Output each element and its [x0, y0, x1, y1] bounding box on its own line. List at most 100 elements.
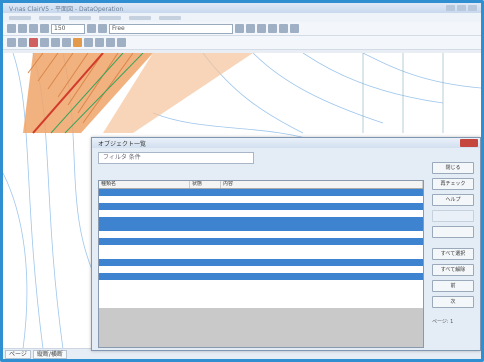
- next-button[interactable]: 次: [432, 296, 474, 308]
- list-cell-desc: [219, 189, 423, 196]
- previous-button[interactable]: 前: [432, 280, 474, 292]
- draw-icon[interactable]: [18, 38, 27, 47]
- list-cell-state: [191, 189, 219, 196]
- dialog-title-bar: オブジェクト一覧: [92, 138, 480, 148]
- close-dialog-button[interactable]: 閉じる: [432, 162, 474, 174]
- dialog-body: フィルタ 条件 種類名 状態 内容: [98, 152, 424, 348]
- list-row[interactable]: [99, 238, 423, 245]
- list-cell-name: [99, 203, 191, 210]
- save-icon[interactable]: [29, 24, 38, 33]
- list-cell-state: [191, 294, 219, 301]
- action-button[interactable]: [432, 226, 474, 238]
- list-cell-state: [191, 217, 219, 224]
- tool-icon[interactable]: [246, 24, 255, 33]
- list-row[interactable]: [99, 259, 423, 266]
- list-row[interactable]: [99, 266, 423, 273]
- list-cell-state: [191, 287, 219, 294]
- list-row[interactable]: [99, 273, 423, 280]
- pan-icon[interactable]: [98, 24, 107, 33]
- maximize-button[interactable]: [457, 5, 466, 11]
- list-row[interactable]: [99, 294, 423, 301]
- list-row[interactable]: [99, 189, 423, 196]
- open-icon[interactable]: [18, 24, 27, 33]
- list-cell-name: [99, 189, 191, 196]
- list-row[interactable]: [99, 301, 423, 308]
- toolbar-draw: [3, 36, 481, 50]
- draw-icon[interactable]: [73, 38, 82, 47]
- list-row[interactable]: [99, 224, 423, 231]
- title-bar: V-nas ClairV5 - 平面図 - DataOperation: [3, 3, 481, 13]
- list-row[interactable]: [99, 210, 423, 217]
- list-row[interactable]: [99, 231, 423, 238]
- app-window: V-nas ClairV5 - 平面図 - DataOperation 150 …: [3, 3, 481, 359]
- list-cell-state: [191, 273, 219, 280]
- menu-item[interactable]: [159, 15, 181, 20]
- list-row[interactable]: [99, 245, 423, 252]
- list-cell-name: [99, 273, 191, 280]
- list-cell-state: [191, 196, 219, 203]
- list-cell-desc: [219, 287, 423, 294]
- new-icon[interactable]: [7, 24, 16, 33]
- zoom-icon[interactable]: [87, 24, 96, 33]
- list-row[interactable]: [99, 280, 423, 287]
- select-all-button[interactable]: すべて選択: [432, 248, 474, 260]
- draw-icon[interactable]: [29, 38, 38, 47]
- draw-icon[interactable]: [51, 38, 60, 47]
- close-button[interactable]: [468, 5, 477, 11]
- list-row[interactable]: [99, 196, 423, 203]
- print-icon[interactable]: [40, 24, 49, 33]
- list-cell-state: [191, 252, 219, 259]
- dialog-close-button[interactable]: [460, 139, 478, 147]
- object-list-dialog: オブジェクト一覧 フィルタ 条件 種類名 状態 内容 閉じる 再チェック ヘルプ…: [91, 137, 481, 351]
- layer-combo[interactable]: Free: [109, 23, 233, 34]
- list-cell-desc: [219, 245, 423, 252]
- list-cell-desc: [219, 301, 423, 308]
- list-cell-name: [99, 231, 191, 238]
- scale-combo[interactable]: 150: [51, 23, 85, 34]
- list-cell-state: [191, 210, 219, 217]
- list-cell-state: [191, 231, 219, 238]
- list-row[interactable]: [99, 287, 423, 294]
- dialog-buttons: 閉じる 再チェック ヘルプ すべて選択 すべて解除 前 次 ページ: 1: [432, 162, 474, 325]
- list-cell-name: [99, 301, 191, 308]
- list-row[interactable]: [99, 252, 423, 259]
- tool-icon[interactable]: [290, 24, 299, 33]
- tool-icon[interactable]: [279, 24, 288, 33]
- column-header-name[interactable]: 種類名: [99, 181, 190, 188]
- menu-item[interactable]: [9, 15, 31, 20]
- menu-item[interactable]: [99, 15, 121, 20]
- tool-icon[interactable]: [235, 24, 244, 33]
- list-row[interactable]: [99, 217, 423, 224]
- help-button[interactable]: ヘルプ: [432, 194, 474, 206]
- status-tab[interactable]: ページ: [5, 349, 31, 359]
- draw-icon[interactable]: [7, 38, 16, 47]
- draw-icon[interactable]: [84, 38, 93, 47]
- list-cell-desc: [219, 266, 423, 273]
- draw-icon[interactable]: [40, 38, 49, 47]
- draw-icon[interactable]: [95, 38, 104, 47]
- list-cell-state: [191, 203, 219, 210]
- list-cell-name: [99, 259, 191, 266]
- filter-field[interactable]: フィルタ 条件: [98, 152, 254, 164]
- list-cell-name: [99, 245, 191, 252]
- column-header-state[interactable]: 状態: [190, 181, 221, 188]
- draw-icon[interactable]: [106, 38, 115, 47]
- status-tab[interactable]: 縦断/横断: [32, 349, 67, 359]
- list-cell-state: [191, 245, 219, 252]
- object-list[interactable]: 種類名 状態 内容: [98, 180, 424, 348]
- draw-icon[interactable]: [62, 38, 71, 47]
- tool-icon[interactable]: [257, 24, 266, 33]
- menu-item[interactable]: [39, 15, 61, 20]
- column-header-content[interactable]: 内容: [221, 181, 423, 188]
- list-row[interactable]: [99, 203, 423, 210]
- recheck-button[interactable]: 再チェック: [432, 178, 474, 190]
- draw-icon[interactable]: [117, 38, 126, 47]
- list-cell-desc: [219, 238, 423, 245]
- deselect-all-button[interactable]: すべて解除: [432, 264, 474, 276]
- tool-icon[interactable]: [268, 24, 277, 33]
- minimize-button[interactable]: [446, 5, 455, 11]
- menu-item[interactable]: [129, 15, 151, 20]
- menu-bar: [3, 13, 481, 22]
- list-cell-desc: [219, 280, 423, 287]
- menu-item[interactable]: [69, 15, 91, 20]
